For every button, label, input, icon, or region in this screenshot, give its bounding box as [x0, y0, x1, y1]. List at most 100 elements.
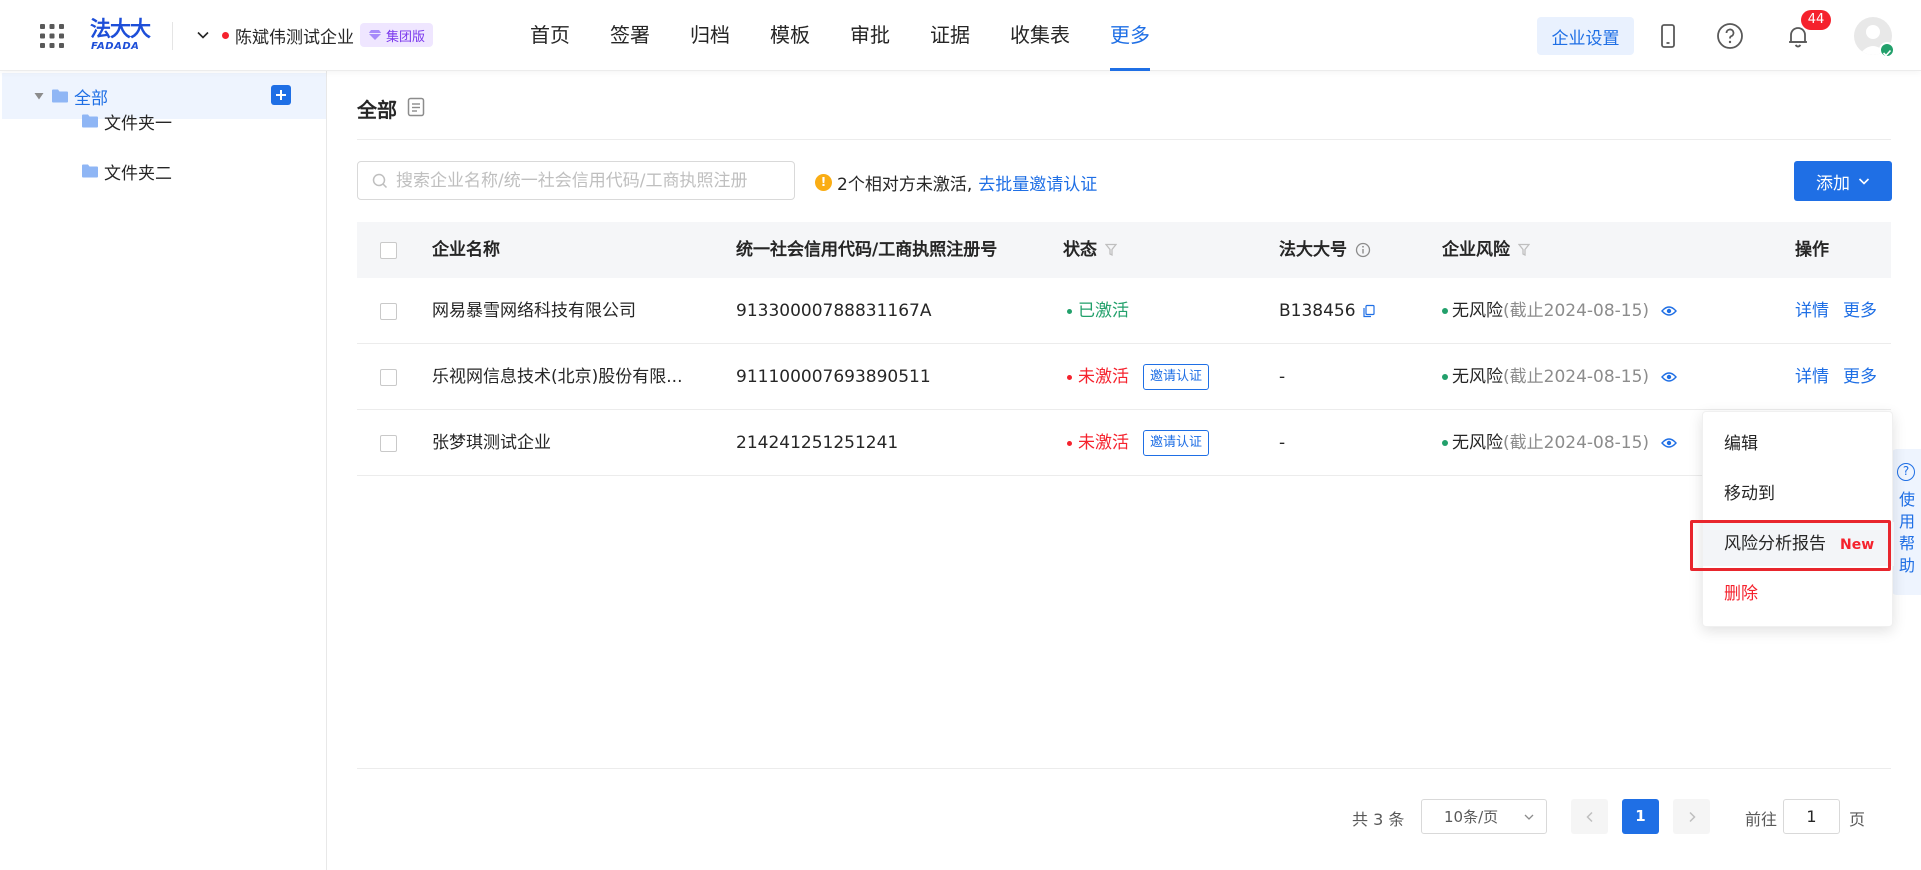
nav-sign[interactable]: 签署 [610, 0, 650, 71]
eye-icon[interactable] [1661, 437, 1677, 449]
more-link[interactable]: 更多 [1843, 344, 1877, 410]
fadada-logo[interactable]: 法大大 FADADA [90, 18, 154, 54]
risk-level: 无风险 [1452, 301, 1503, 321]
sidebar-item-folder-2[interactable]: 文件夹二 [82, 156, 172, 186]
sidebar-item-folder-1[interactable]: 文件夹一 [82, 106, 172, 136]
status-dot [1067, 308, 1072, 314]
status-badge: 未激活 [1067, 344, 1129, 410]
search-icon [372, 173, 388, 188]
copy-icon[interactable] [1362, 304, 1376, 318]
next-page-button[interactable] [1673, 799, 1710, 834]
chevron-left-icon [1585, 811, 1593, 822]
detail-link[interactable]: 详情 [1795, 278, 1829, 344]
company-status-dot [222, 31, 229, 39]
risk-info: 无风险 (截止2024-08-15) [1442, 278, 1677, 344]
batch-invite-link[interactable]: 去批量邀请认证 [978, 170, 1097, 195]
cell-fdd-id: - [1279, 367, 1286, 387]
row-checkbox[interactable] [380, 369, 397, 386]
table-row: 张梦琪测试企业 214241251251241 未激活 邀请认证 - 无风险 (… [357, 410, 1891, 476]
search-box[interactable] [357, 161, 795, 200]
cell-fdd-id: B138456 [1279, 278, 1376, 344]
nav-approval[interactable]: 审批 [850, 0, 890, 71]
nav-archive[interactable]: 归档 [690, 0, 730, 71]
invite-verify-button[interactable]: 邀请认证 [1143, 364, 1210, 390]
add-button-label: 添加 [1816, 173, 1850, 194]
add-folder-button[interactable] [271, 85, 291, 105]
goto-page-input[interactable] [1783, 799, 1840, 834]
mobile-icon[interactable] [1653, 21, 1683, 51]
status-label: 已激活 [1078, 301, 1129, 321]
detail-link[interactable]: 详情 [1795, 344, 1829, 410]
logo-text-cn: 法大大 [90, 17, 151, 41]
status-label: 未激活 [1078, 433, 1129, 453]
cell-company-name: 张梦琪测试企业 [432, 433, 551, 453]
cell-ops: 详情 更多 [1795, 344, 1877, 410]
risk-deadline: (截止2024-08-15) [1503, 367, 1650, 387]
table-header: 企业名称 统一社会信用代码/工商执照注册号 状态 法大大号 企业风险 操作 [357, 222, 1891, 278]
col-header-fdd-id-label: 法大大号 [1279, 240, 1347, 260]
apps-grid-icon[interactable] [39, 23, 65, 49]
company-switcher[interactable]: 陈斌伟测试企业 集团版 [196, 21, 434, 49]
eye-icon[interactable] [1661, 371, 1677, 383]
col-header-risk: 企业风险 [1442, 222, 1530, 278]
invite-verify-button[interactable]: 邀请认证 [1143, 430, 1210, 456]
risk-level: 无风险 [1452, 367, 1503, 387]
enterprise-settings-button[interactable]: 企业设置 [1537, 17, 1634, 55]
nav-more[interactable]: 更多 [1110, 0, 1150, 71]
add-button[interactable]: 添加 [1794, 161, 1892, 201]
help-icon[interactable] [1715, 21, 1745, 51]
select-all-checkbox[interactable] [380, 242, 397, 259]
risk-dot [1442, 440, 1448, 446]
cell-credit-code: 911100007693890511 [736, 367, 931, 387]
cell-fdd-id: - [1279, 433, 1286, 453]
caret-down-icon[interactable] [34, 91, 44, 101]
page-number-current[interactable]: 1 [1622, 799, 1659, 834]
menu-item-delete[interactable]: 删除 [1703, 572, 1894, 616]
menu-item-edit[interactable]: 编辑 [1703, 422, 1894, 466]
cell-risk: 无风险 (截止2024-08-15) [1442, 410, 1677, 476]
risk-info: 无风险 (截止2024-08-15) [1442, 410, 1677, 476]
folder-sidebar: 全部 文件夹一 文件夹二 [0, 71, 327, 870]
filter-icon[interactable] [1518, 243, 1530, 257]
nav-evidence[interactable]: 证据 [930, 0, 970, 71]
prev-page-button[interactable] [1571, 799, 1608, 834]
pagination-total: 共 3 条 [1352, 810, 1405, 829]
warning-text: 2个相对方未激活, [837, 175, 973, 195]
nav-forms[interactable]: 收集表 [1010, 0, 1070, 71]
diamond-icon [368, 30, 382, 40]
sidebar-item-label: 全部 [74, 88, 108, 109]
main-nav: 首页 签署 归档 模板 审批 证据 收集表 更多 [530, 0, 1190, 71]
menu-item-move-to[interactable]: 移动到 [1703, 472, 1894, 516]
col-header-status-label: 状态 [1063, 240, 1097, 260]
search-input[interactable] [396, 170, 756, 191]
inactive-warning: ! 2个相对方未激活, 去批量邀请认证 [815, 170, 1097, 195]
chevron-down-icon [1858, 178, 1870, 185]
nav-template[interactable]: 模板 [770, 0, 810, 71]
risk-deadline: (截止2024-08-15) [1503, 433, 1650, 453]
col-header-name: 企业名称 [432, 240, 500, 260]
highlight-box [1690, 520, 1891, 571]
filter-icon[interactable] [1105, 243, 1117, 257]
document-list-icon[interactable] [407, 97, 425, 117]
col-header-ops: 操作 [1795, 240, 1829, 260]
warning-icon: ! [815, 174, 832, 191]
cell-credit-code: 91330000788831167A [736, 301, 932, 321]
row-checkbox[interactable] [380, 303, 397, 320]
nav-home[interactable]: 首页 [530, 0, 570, 71]
usage-help-float[interactable]: ? 使用帮助 [1891, 449, 1921, 595]
col-header-fdd-id: 法大大号 [1279, 222, 1371, 278]
folder-icon [82, 164, 98, 178]
chevron-right-icon [1688, 811, 1696, 822]
row-checkbox[interactable] [380, 435, 397, 452]
eye-icon[interactable] [1661, 305, 1677, 317]
more-link[interactable]: 更多 [1843, 278, 1877, 344]
edition-badge: 集团版 [360, 23, 434, 47]
page-title: 全部 [357, 98, 397, 122]
sidebar-item-label: 文件夹一 [104, 113, 172, 134]
info-icon[interactable] [1355, 242, 1371, 258]
status-badge: 已激活 [1067, 278, 1129, 344]
page-size-select[interactable]: 10条/页 [1421, 799, 1547, 834]
col-header-status: 状态 [1063, 222, 1117, 278]
notification-count-badge: 44 [1801, 10, 1831, 30]
title-divider [357, 139, 1891, 140]
